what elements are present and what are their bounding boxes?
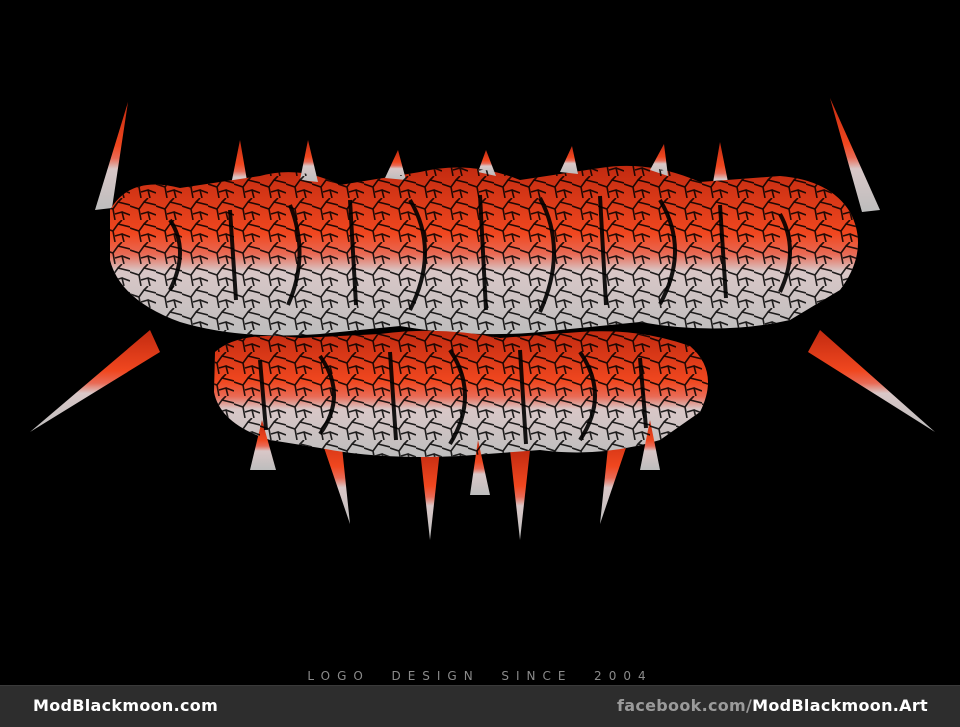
facebook-handle: ModBlackmoon.Art bbox=[752, 696, 928, 715]
band-logo-artwork bbox=[30, 98, 935, 540]
tagline: LOGO DESIGN SINCE 2004 bbox=[307, 669, 653, 683]
facebook-prefix: facebook.com/ bbox=[617, 696, 753, 715]
website-link[interactable]: ModBlackmoon.com bbox=[33, 696, 218, 715]
page: LOGO DESIGN SINCE 2004 ModBlackmoon.com … bbox=[0, 0, 960, 727]
facebook-link[interactable]: facebook.com/ModBlackmoon.Art bbox=[617, 696, 928, 715]
footer-bar: ModBlackmoon.com facebook.com/ModBlackmo… bbox=[0, 685, 960, 727]
